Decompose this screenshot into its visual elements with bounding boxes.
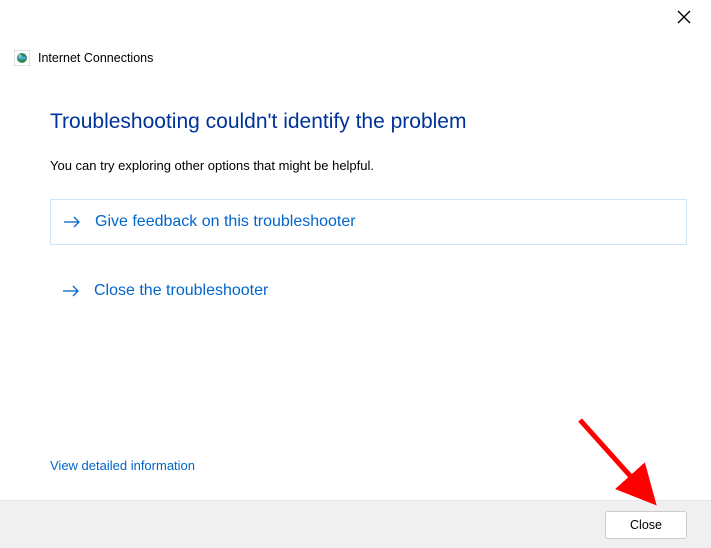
- window-close-button[interactable]: [675, 10, 693, 28]
- arrow-right-icon: [62, 283, 80, 299]
- main-content: Troubleshooting couldn't identify the pr…: [50, 110, 687, 313]
- internet-connections-icon: [14, 50, 30, 66]
- dialog-title: Internet Connections: [38, 51, 153, 65]
- close-button[interactable]: Close: [605, 511, 687, 539]
- view-detailed-information-link[interactable]: View detailed information: [50, 458, 195, 473]
- option-label: Give feedback on this troubleshooter: [95, 213, 356, 231]
- dialog-header: Internet Connections: [14, 50, 153, 66]
- result-heading: Troubleshooting couldn't identify the pr…: [50, 110, 687, 134]
- arrow-right-icon: [63, 214, 81, 230]
- option-give-feedback[interactable]: Give feedback on this troubleshooter: [50, 199, 687, 245]
- option-label: Close the troubleshooter: [94, 282, 268, 300]
- result-subtext: You can try exploring other options that…: [50, 158, 687, 173]
- option-close-troubleshooter[interactable]: Close the troubleshooter: [50, 269, 687, 313]
- close-icon: [677, 10, 691, 29]
- dialog-footer: Close: [0, 500, 711, 548]
